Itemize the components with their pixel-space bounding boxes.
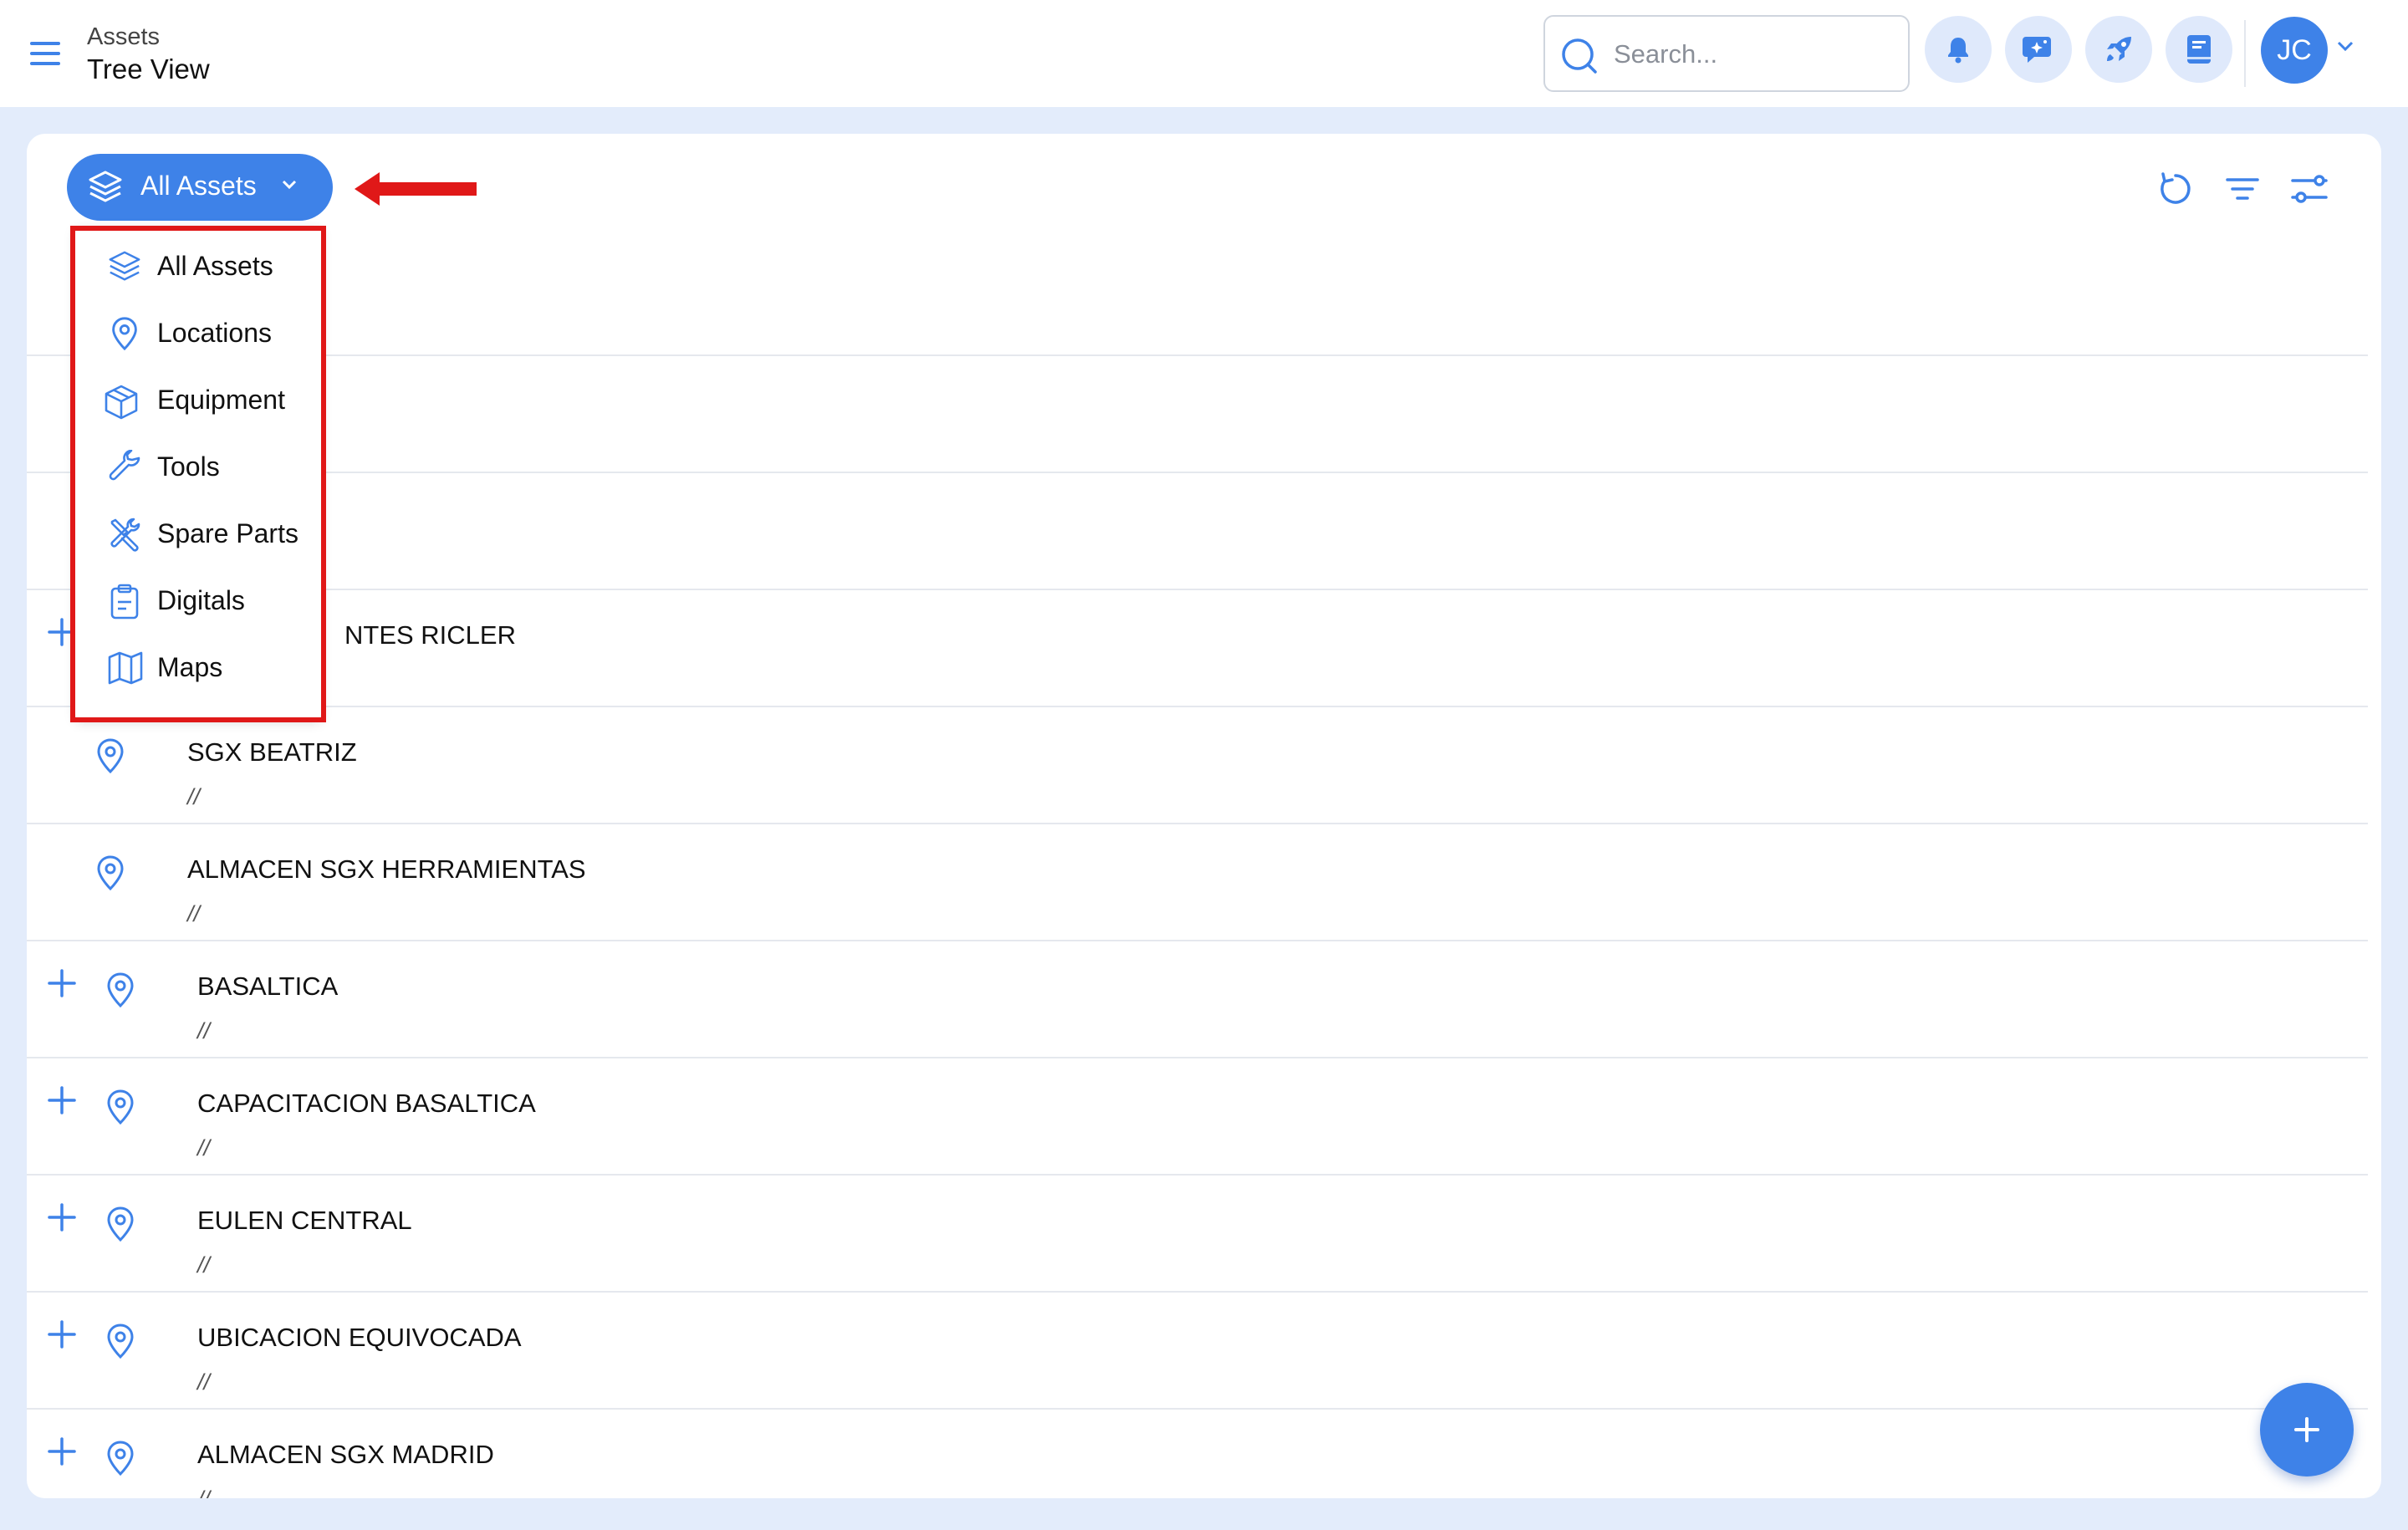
tree-row[interactable]: NTES RICLER: [27, 589, 2368, 706]
dropdown-item-label: Tools: [157, 451, 220, 482]
user-avatar[interactable]: JC: [2261, 17, 2328, 84]
search-input[interactable]: [1612, 32, 1900, 77]
map-icon: [108, 651, 143, 685]
dropdown-item-maps[interactable]: Maps: [75, 634, 321, 701]
top-bar: Assets Tree View JC: [0, 0, 2408, 107]
expand-icon[interactable]: [47, 1436, 77, 1466]
plus-icon: [2294, 1417, 2319, 1442]
row-name: EULEN CENTRAL: [197, 1206, 412, 1235]
asset-type-dropdown: All Assets Locations Equipment Tools Spa…: [75, 226, 321, 719]
row-path: //: [197, 1487, 210, 1498]
wrench-icon: [109, 450, 140, 481]
dropdown-item-all-assets[interactable]: All Assets: [75, 232, 321, 299]
expand-icon[interactable]: [47, 1085, 77, 1115]
assets-card: NTES RICLER SGX BEATRIZ // ALMACEN SGX H…: [27, 134, 2381, 1498]
dropdown-item-label: Digitals: [157, 585, 245, 615]
rocket-icon: [2107, 37, 2131, 61]
row-path: //: [197, 1369, 211, 1395]
tree-row[interactable]: EULEN CENTRAL //: [27, 1174, 2368, 1291]
tree-row[interactable]: [27, 354, 2368, 472]
dropdown-item-locations[interactable]: Locations: [75, 299, 321, 366]
bell-icon: [1948, 38, 1968, 64]
dropdown-item-label: Equipment: [157, 385, 285, 415]
row-path: //: [197, 1252, 211, 1278]
tree-row[interactable]: [27, 472, 2368, 589]
tree-row[interactable]: UBICACION EQUIVOCADA //: [27, 1291, 2368, 1408]
chat-button[interactable]: [2005, 16, 2072, 83]
dropdown-item-label: All Assets: [157, 251, 273, 281]
expand-icon[interactable]: [47, 1319, 77, 1349]
annotation-arrow: [355, 172, 477, 206]
tree-row[interactable]: ALMACEN SGX MADRID //: [27, 1408, 2368, 1498]
search-icon: [1562, 38, 1597, 74]
dropdown-item-spare-parts[interactable]: Spare Parts: [75, 500, 321, 567]
row-name: UBICACION EQUIVOCADA: [197, 1323, 522, 1352]
header-divider: [2244, 20, 2246, 87]
chevron-down-icon[interactable]: [2336, 40, 2354, 52]
location-pin-icon: [97, 855, 124, 891]
tree-row[interactable]: BASALTICA //: [27, 940, 2368, 1057]
row-path: //: [197, 1018, 211, 1043]
location-pin-icon: [97, 738, 124, 774]
refresh-icon[interactable]: [2155, 169, 2196, 209]
chat-sparkle-icon: [2023, 37, 2051, 63]
docs-button[interactable]: [2166, 16, 2232, 83]
row-path: //: [187, 901, 201, 926]
search-box[interactable]: [1543, 15, 1910, 92]
location-pin-icon: [107, 1441, 134, 1476]
location-pin-icon: [107, 1089, 134, 1125]
location-pin-icon: [107, 1206, 134, 1242]
row-name: ALMACEN SGX HERRAMIENTAS: [187, 854, 586, 884]
asset-type-filter-button[interactable]: All Assets: [67, 154, 333, 221]
layers-icon: [109, 251, 140, 281]
tree-row[interactable]: CAPACITACION BASALTICA //: [27, 1057, 2368, 1174]
row-name: SGX BEATRIZ: [187, 737, 357, 767]
expand-icon[interactable]: [47, 1202, 77, 1232]
book-icon: [2187, 35, 2211, 64]
row-name: BASALTICA: [197, 972, 339, 1001]
tree-row[interactable]: ALMACEN SGX HERRAMIENTAS //: [27, 823, 2368, 940]
sliders-icon[interactable]: [2289, 169, 2329, 209]
page-title: Tree View: [87, 54, 210, 84]
dropdown-item-digitals[interactable]: Digitals: [75, 567, 321, 634]
dropdown-item-equipment[interactable]: Equipment: [75, 366, 321, 433]
row-path: //: [197, 1135, 211, 1160]
clipboard-icon: [110, 584, 139, 620]
add-asset-button[interactable]: [2260, 1383, 2354, 1476]
location-pin-icon: [107, 972, 134, 1008]
box-icon: [105, 385, 138, 420]
chevron-down-icon: [282, 180, 297, 190]
expand-icon[interactable]: [47, 617, 77, 647]
tree-row[interactable]: SGX BEATRIZ //: [27, 706, 2368, 823]
row-name: NTES RICLER: [344, 620, 516, 650]
dropdown-item-label: Locations: [157, 318, 272, 348]
tools-cross-icon: [110, 518, 140, 552]
dropdown-item-tools[interactable]: Tools: [75, 433, 321, 500]
location-pin-icon: [107, 1323, 134, 1359]
expand-icon[interactable]: [47, 968, 77, 998]
notifications-button[interactable]: [1925, 16, 1992, 83]
asset-type-filter-label: All Assets: [140, 171, 257, 201]
layers-icon: [89, 171, 122, 202]
row-name: CAPACITACION BASALTICA: [197, 1089, 536, 1118]
whats-new-button[interactable]: [2085, 16, 2152, 83]
location-pin-icon: [112, 317, 137, 351]
menu-icon[interactable]: [28, 37, 62, 70]
row-path: //: [187, 784, 201, 809]
breadcrumb-parent[interactable]: Assets: [87, 23, 160, 51]
filter-lines-icon[interactable]: [2222, 169, 2263, 209]
dropdown-item-label: Maps: [157, 652, 223, 682]
dropdown-item-label: Spare Parts: [157, 518, 298, 548]
row-name: ALMACEN SGX MADRID: [197, 1440, 494, 1469]
